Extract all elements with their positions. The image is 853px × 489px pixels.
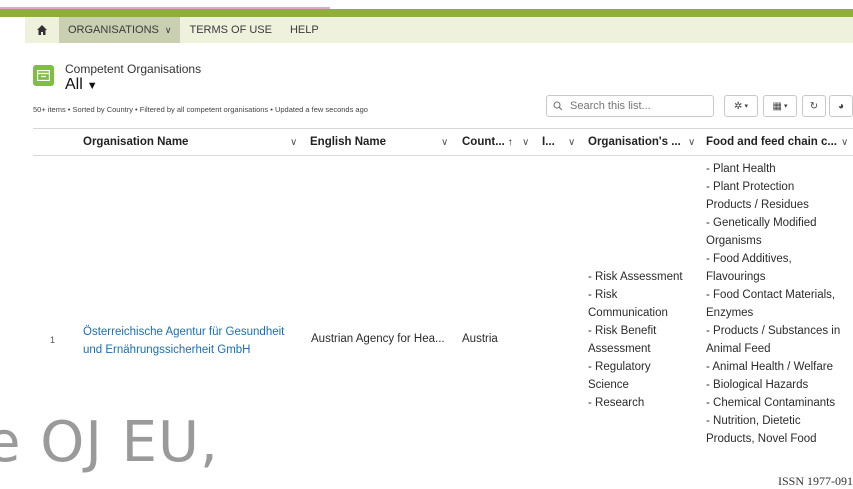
overlay-slide-text: e OJ EU, bbox=[0, 410, 219, 475]
food-chain-line: - Plant Health bbox=[706, 163, 776, 175]
column-label: Count... bbox=[462, 136, 505, 148]
food-chain-line: - Plant Protection bbox=[706, 181, 795, 193]
chevron-down-icon[interactable]: ∨ bbox=[688, 137, 695, 148]
list-view-name: All bbox=[65, 76, 83, 93]
chevron-down-icon: ▾ bbox=[744, 103, 748, 110]
activity-line: Assessment bbox=[588, 343, 651, 355]
food-chain-line: - Nutrition, Dietetic bbox=[706, 415, 801, 427]
sort-ascending-icon: ↑ bbox=[507, 136, 513, 148]
food-chain-line: Animal Feed bbox=[706, 343, 771, 355]
activity-line: - Regulatory bbox=[588, 361, 651, 373]
food-chain-cell: - Plant Health - Plant Protection Produc… bbox=[706, 160, 853, 456]
food-chain-line: Products / Residues bbox=[706, 199, 809, 211]
nav-help-label: HELP bbox=[289, 24, 319, 36]
brand-band bbox=[0, 9, 853, 17]
column-label: Food and feed chain c... bbox=[706, 136, 837, 148]
activity-line: - Risk Assessment bbox=[588, 271, 683, 283]
column-header-organisation-name[interactable]: Organisation Name ∨ bbox=[83, 129, 301, 155]
object-name: Competent Organisations bbox=[65, 62, 202, 76]
nav-organisations-label: ORGANISATIONS bbox=[68, 24, 159, 36]
refresh-button[interactable]: ↻ bbox=[802, 95, 826, 117]
nav-help[interactable]: HELP bbox=[281, 17, 328, 43]
search-box[interactable] bbox=[546, 95, 714, 117]
row-number: 1 bbox=[50, 335, 56, 345]
chevron-down-icon[interactable]: ∨ bbox=[522, 137, 529, 148]
home-button[interactable] bbox=[25, 17, 59, 43]
column-header-country[interactable]: Count... ↑ ∨ bbox=[462, 129, 534, 155]
nav-terms-of-use[interactable]: TERMS OF USE bbox=[180, 17, 281, 43]
activity-line: Communication bbox=[588, 307, 668, 319]
organisation-name-line: Österreichische Agentur für Gesundheit bbox=[83, 326, 285, 338]
food-chain-line: - Genetically Modified bbox=[706, 217, 817, 229]
list-view-icon bbox=[33, 65, 54, 86]
food-chain-line: - Products / Substances in bbox=[706, 325, 841, 337]
food-chain-line: - Animal Health / Welfare bbox=[706, 361, 833, 373]
refresh-icon: ↻ bbox=[809, 100, 819, 112]
column-label: Organisation Name bbox=[83, 136, 189, 148]
column-header-i[interactable]: I... ∨ bbox=[542, 129, 578, 155]
list-header: Competent Organisations All ▼ bbox=[33, 62, 201, 95]
table-icon: ▦ bbox=[772, 100, 782, 112]
activity-line: Science bbox=[588, 379, 629, 391]
chevron-down-icon[interactable]: ∨ bbox=[290, 137, 297, 148]
food-chain-line: Organisms bbox=[706, 235, 762, 247]
english-name-cell: Austrian Agency for Hea... bbox=[311, 333, 445, 345]
chevron-down-icon: ∨ bbox=[164, 24, 172, 35]
food-chain-line: - Food Additives, bbox=[706, 253, 792, 265]
food-chain-line: Flavourings bbox=[706, 271, 766, 283]
display-as-button[interactable]: ▦ ▾ bbox=[763, 95, 797, 117]
activity-line: - Risk bbox=[588, 289, 618, 301]
chart-icon: ◕ bbox=[837, 100, 845, 112]
column-label: Organisation's ... bbox=[588, 136, 681, 148]
food-chain-line: Enzymes bbox=[706, 307, 754, 319]
chevron-down-icon[interactable]: ∨ bbox=[568, 137, 575, 148]
activity-line: - Risk Benefit bbox=[588, 325, 657, 337]
nav-organisations[interactable]: ORGANISATIONS ∨ bbox=[59, 17, 181, 43]
list-meta-info: 50+ items • Sorted by Country • Filtered… bbox=[33, 105, 368, 114]
chart-button[interactable]: ◕ bbox=[829, 95, 853, 117]
chevron-down-icon: ▾ bbox=[783, 103, 788, 110]
activities-cell: - Risk Assessment - Risk Communication -… bbox=[588, 268, 700, 412]
chevron-down-icon[interactable]: ∨ bbox=[441, 137, 448, 148]
list-view-selector[interactable]: All ▼ bbox=[65, 76, 201, 95]
column-header-organisation-activities[interactable]: Organisation's ... ∨ bbox=[588, 129, 700, 155]
food-chain-line: Products, Novel Food bbox=[706, 433, 817, 445]
food-chain-line: - Food Contact Materials, bbox=[706, 289, 836, 301]
top-navigation: ORGANISATIONS ∨ TERMS OF USE HELP bbox=[25, 17, 853, 43]
column-label: English Name bbox=[310, 136, 387, 148]
activity-line: - Research bbox=[588, 397, 645, 409]
caret-down-icon: ▼ bbox=[86, 80, 98, 92]
organisation-name-link[interactable]: Österreichische Agentur für Gesundheit u… bbox=[83, 323, 284, 359]
issn-label: ISSN 1977-091 bbox=[777, 474, 853, 488]
column-header-english-name[interactable]: English Name ∨ bbox=[310, 129, 456, 155]
column-label: I... bbox=[542, 136, 555, 148]
table-header: Organisation Name ∨ English Name ∨ Count… bbox=[33, 128, 853, 156]
organisation-name-line: und Ernährungssicherheit GmbH bbox=[83, 344, 251, 356]
food-chain-line: - Chemical Contaminants bbox=[706, 397, 836, 409]
food-chain-line: - Biological Hazards bbox=[706, 379, 809, 391]
gear-icon: ✲ bbox=[734, 100, 743, 112]
country-cell: Austria bbox=[462, 333, 498, 345]
column-header-food-feed-chain[interactable]: Food and feed chain c... ∨ bbox=[706, 129, 853, 155]
home-icon bbox=[37, 25, 47, 35]
search-input[interactable] bbox=[568, 99, 702, 113]
top-accent-bar bbox=[0, 0, 330, 9]
search-icon bbox=[553, 101, 563, 111]
nav-terms-label: TERMS OF USE bbox=[189, 24, 272, 36]
chevron-down-icon[interactable]: ∨ bbox=[841, 137, 848, 148]
list-settings-button[interactable]: ✲ ▾ bbox=[724, 95, 758, 117]
